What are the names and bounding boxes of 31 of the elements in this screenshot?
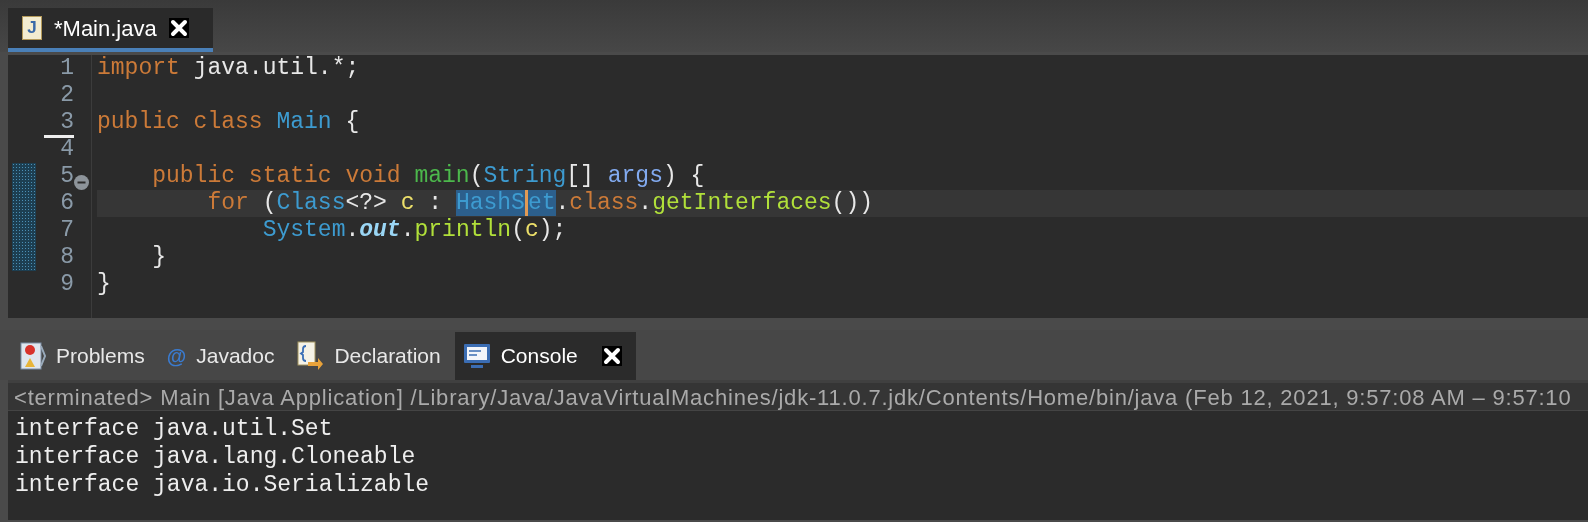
at-sign-icon: @: [166, 341, 187, 371]
panel-tab[interactable]: @ Javadoc: [158, 332, 289, 380]
panel-tab[interactable]: Problems: [12, 332, 159, 380]
panel-tab[interactable]: Declaration: [288, 332, 455, 380]
declaration-icon: [296, 341, 325, 371]
console-icon: [462, 342, 491, 370]
line-number: 4: [59, 136, 74, 163]
panel-tab[interactable]: Console: [454, 332, 636, 380]
code-line: }: [151, 244, 167, 271]
close-icon[interactable]: [601, 346, 622, 366]
line-number: 5: [59, 163, 74, 190]
code-line: }: [97, 271, 112, 298]
console-output-line: interface java.io.Serializable: [15, 471, 431, 499]
line-number: 2: [59, 82, 74, 109]
code-line: System.out.println(c);: [261, 217, 568, 244]
line-number: 9: [59, 271, 74, 298]
code-line: public static void main(String[] args) {: [151, 163, 706, 190]
line-number: 1: [59, 55, 74, 82]
console-output-line: interface java.util.Set: [15, 415, 334, 443]
line-number: 8: [59, 244, 74, 271]
java-file-icon: J: [22, 16, 42, 40]
editor-tab[interactable]: J *Main.java: [8, 8, 213, 52]
code-line: public class Main {: [97, 109, 361, 136]
fold-icon[interactable]: [74, 175, 89, 191]
problems-icon: [20, 342, 46, 370]
code-line: import java.util.*;: [97, 55, 361, 82]
close-icon[interactable]: [168, 18, 189, 38]
line-number: 7: [59, 217, 74, 244]
console-output-line: interface java.lang.Cloneable: [15, 443, 417, 471]
line-number: 6: [59, 190, 74, 217]
line-number: 3: [59, 109, 74, 136]
